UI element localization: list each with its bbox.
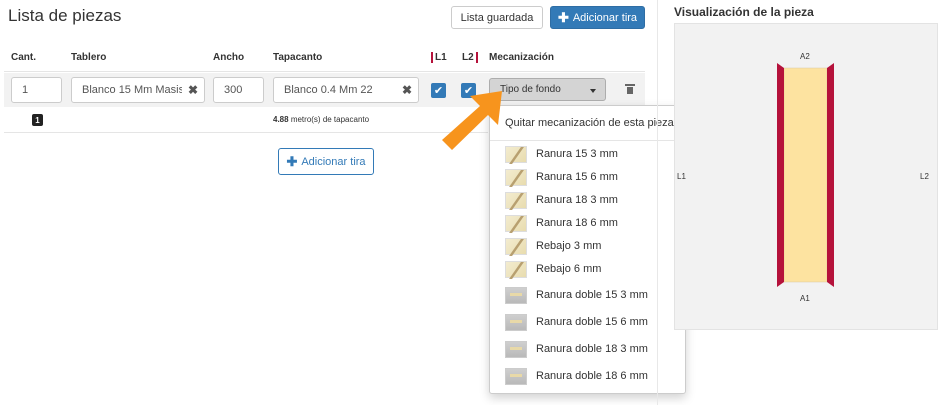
rabbet-icon — [505, 260, 527, 278]
meters-text: metro(s) de tapacanto — [290, 115, 370, 124]
column-l2: L2 — [462, 52, 478, 63]
column-l1: L1 — [431, 52, 447, 63]
row-divider — [4, 132, 488, 133]
visualization-title: Visualización de la pieza — [674, 5, 814, 19]
add-strip-bottom-button[interactable]: ✚ Adicionar tira — [278, 148, 374, 175]
menu-item[interactable]: Ranura 18 6 mm — [490, 212, 685, 234]
trash-icon[interactable] — [625, 84, 635, 94]
menu-item[interactable]: Rebajo 3 mm — [490, 235, 685, 257]
double-groove-icon — [505, 313, 527, 331]
plus-icon: ✚ — [557, 10, 569, 25]
column-board: Tablero — [71, 52, 107, 63]
menu-item[interactable]: Ranura 18 3 mm — [490, 189, 685, 211]
label-l1: L1 — [677, 172, 686, 181]
add-strip-bottom-label: Adicionar tira — [301, 155, 366, 168]
clear-icon[interactable]: ✖ — [182, 83, 204, 97]
groove-icon — [505, 214, 527, 232]
double-groove-icon — [505, 340, 527, 358]
header-divider — [4, 71, 645, 72]
width-input[interactable]: 300 — [213, 77, 264, 103]
column-qty: Cant. — [11, 52, 36, 63]
machining-dropdown-label: Tipo de fondo — [500, 84, 561, 95]
menu-item[interactable]: Ranura doble 15 3 mm — [490, 284, 685, 306]
qty-input[interactable]: 1 — [11, 77, 62, 103]
column-width: Ancho — [213, 52, 245, 63]
plus-icon: ✚ — [286, 154, 298, 169]
groove-icon — [505, 145, 527, 163]
page-title: Lista de piezas — [8, 6, 122, 25]
column-edge-banding: Tapacanto — [273, 52, 323, 63]
add-strip-label: Adicionar tira — [572, 11, 638, 24]
saved-list-label: Lista guardada — [460, 11, 534, 24]
saved-list-button[interactable]: Lista guardada — [451, 6, 543, 29]
remove-machining-item[interactable]: Quitar mecanización de esta pieza — [490, 112, 685, 134]
menu-item[interactable]: Ranura 15 6 mm — [490, 166, 685, 188]
menu-item[interactable]: Ranura doble 18 3 mm — [490, 338, 685, 360]
row-index-badge: 1 — [32, 114, 43, 126]
menu-item[interactable]: Ranura doble 18 6 mm — [490, 365, 685, 387]
groove-icon — [505, 168, 527, 186]
label-a2: A2 — [800, 52, 810, 61]
piece-diagram — [777, 63, 834, 287]
machining-dropdown[interactable]: Tipo de fondo — [489, 78, 606, 101]
clear-icon[interactable]: ✖ — [396, 83, 418, 97]
add-strip-button[interactable]: ✚ Adicionar tira — [550, 6, 645, 29]
board-select[interactable]: Blanco 15 Mm Masisa ✖ — [71, 77, 205, 103]
column-machining: Mecanización — [489, 52, 555, 63]
label-l2: L2 — [920, 172, 929, 181]
edge-banding-meters: 4.88 metro(s) de tapacanto — [273, 115, 369, 124]
rabbet-icon — [505, 237, 527, 255]
panel-separator — [657, 0, 658, 405]
menu-item[interactable]: Rebajo 6 mm — [490, 258, 685, 280]
groove-icon — [505, 191, 527, 209]
pointer-arrow-icon — [442, 91, 502, 150]
menu-item[interactable]: Ranura doble 15 6 mm — [490, 311, 685, 333]
caret-down-icon — [590, 89, 596, 93]
edge-banding-select[interactable]: Blanco 0.4 Mm 22 ✖ — [273, 77, 419, 103]
menu-item[interactable]: Ranura 15 3 mm — [490, 143, 685, 165]
menu-divider — [490, 140, 685, 141]
label-a1: A1 — [800, 294, 810, 303]
meters-value: 4.88 — [273, 115, 289, 124]
double-groove-icon — [505, 286, 527, 304]
double-groove-icon — [505, 367, 527, 385]
